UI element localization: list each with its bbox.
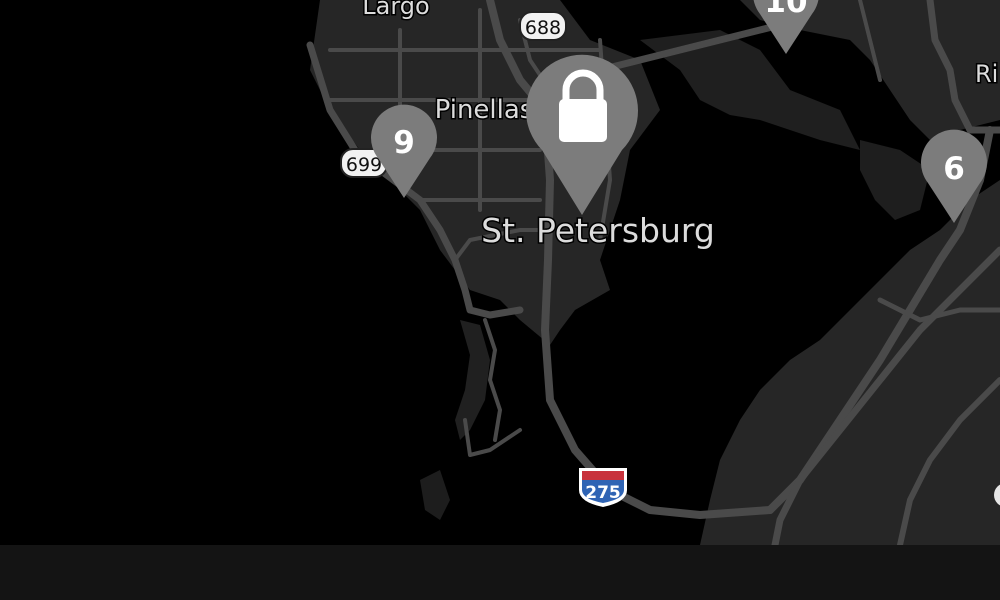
road-shield-688-label: 688 [525,17,561,39]
interstate-shield-275-label: 275 [585,483,621,503]
map-canvas[interactable]: Largo Pinellas St. Petersburg Ri 688 699… [0,0,1000,545]
city-label-st-petersburg: St. Petersburg [481,211,715,250]
city-label-pinellas: Pinellas [435,95,534,125]
city-label-largo: Largo [362,0,429,20]
road-keys-2 [463,418,522,457]
keys-southwest [420,470,450,520]
bottom-bar [0,545,1000,600]
map-marker-9-label: 9 [393,125,415,161]
city-label-riverview: Ri [975,60,998,88]
map-marker-6-label: 6 [943,151,965,187]
land-areas [310,0,1000,545]
road-shield-688: 688 [519,11,567,41]
map-marker-10-label: 10 [764,0,807,20]
tampa-peninsula [860,140,930,220]
keys-south [455,320,490,440]
interstate-shield-275: 275 [579,468,627,507]
road-shield-699-label: 699 [346,154,382,176]
old-tampa-bay-shore [640,30,860,150]
map-view[interactable]: Largo Pinellas St. Petersburg Ri 688 699… [0,0,1000,545]
